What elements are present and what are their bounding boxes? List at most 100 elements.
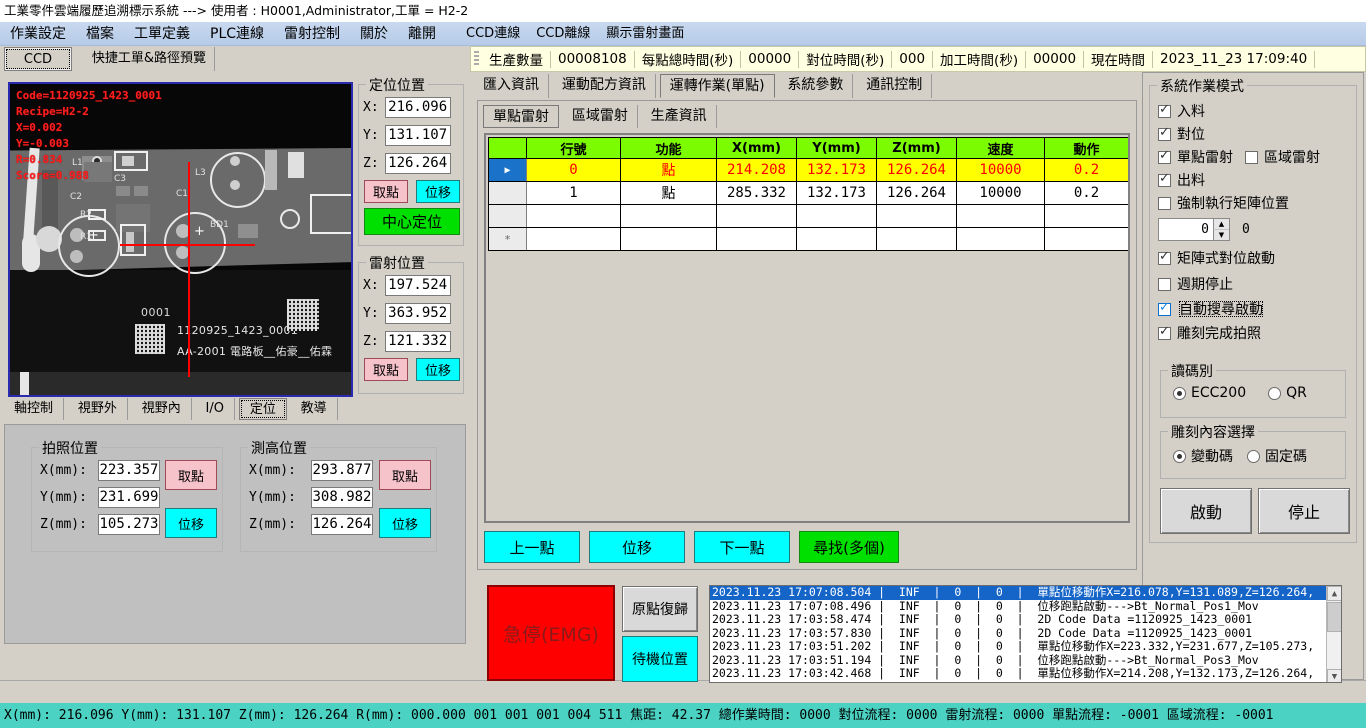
- radio-ecc200-icon[interactable]: [1173, 386, 1186, 400]
- checkbox-single-point-laser[interactable]: 單點雷射 區域雷射: [1158, 147, 1358, 167]
- tab-system-parameters[interactable]: 系統參數: [778, 74, 854, 98]
- laser-z-value[interactable]: 121.332: [384, 331, 451, 352]
- tab-ccd[interactable]: CCD: [4, 47, 72, 71]
- locate-pick-button[interactable]: 取點: [364, 180, 408, 203]
- photo-y-value[interactable]: 231.699: [98, 487, 160, 508]
- checkbox-icon[interactable]: [1158, 249, 1171, 265]
- cell-x[interactable]: [716, 227, 797, 251]
- menu-item-9[interactable]: 顯示雷射畫面: [598, 22, 692, 46]
- sub-tab-teach[interactable]: 教導: [291, 398, 338, 420]
- checkbox-feed-in[interactable]: 入料: [1158, 101, 1358, 121]
- menu-item-5[interactable]: 關於: [350, 22, 398, 46]
- table-row[interactable]: *: [488, 227, 1128, 251]
- stop-button[interactable]: 停止: [1258, 488, 1350, 534]
- cell-function[interactable]: 點: [620, 158, 717, 182]
- sub-tab-in-view[interactable]: 視野內: [132, 398, 192, 420]
- checkbox-icon[interactable]: [1158, 125, 1171, 141]
- locate-y-value[interactable]: 131.107: [384, 125, 451, 146]
- laser-move-button[interactable]: 位移: [416, 358, 460, 381]
- scroll-down-icon[interactable]: ▼: [1327, 669, 1341, 682]
- cell-action[interactable]: 0.2: [1044, 158, 1128, 182]
- standby-position-button[interactable]: 待機位置: [622, 636, 698, 682]
- move-button[interactable]: 位移: [589, 531, 685, 563]
- menu-item-3[interactable]: PLC連線: [200, 22, 274, 46]
- prev-point-button[interactable]: 上一點: [484, 531, 580, 563]
- log-line[interactable]: 2023.11.23 17:07:08.504 | INF | 0 | 0 | …: [710, 586, 1341, 600]
- menu-item-7[interactable]: CCD連線: [458, 22, 528, 46]
- cell-function[interactable]: [620, 227, 717, 251]
- subtab-single-point-laser[interactable]: 單點雷射: [483, 105, 559, 128]
- cell-speed[interactable]: [956, 204, 1045, 228]
- cell-row-number[interactable]: 1: [526, 181, 621, 205]
- tab-import-info[interactable]: 匯入資訊: [474, 74, 549, 98]
- log-scrollbar[interactable]: ▲ ▼: [1326, 586, 1341, 682]
- menu-item-0[interactable]: 作業設定: [0, 22, 76, 46]
- log-line[interactable]: 2023.11.23 17:03:57.830 | INF | 0 | 0 | …: [710, 626, 1341, 641]
- log-line[interactable]: 2023.11.23 17:03:58.474 | INF | 0 | 0 | …: [710, 612, 1341, 627]
- checkbox-icon[interactable]: [1158, 171, 1171, 187]
- checkbox-photo-after-marking[interactable]: 雕刻完成拍照: [1158, 323, 1358, 343]
- photo-x-value[interactable]: 223.357: [98, 460, 160, 481]
- cell-function[interactable]: [620, 204, 717, 228]
- photo-pick-button[interactable]: 取點: [165, 460, 217, 490]
- log-line[interactable]: 2023.11.23 17:03:51.194 | INF | 0 | 0 | …: [710, 653, 1341, 668]
- cell-x[interactable]: 214.208: [716, 158, 797, 182]
- cell-x[interactable]: [716, 204, 797, 228]
- emergency-stop-button[interactable]: 急停(EMG): [487, 585, 615, 681]
- point-table[interactable]: 行號 功能 X(mm) Y(mm) Z(mm) 速度 動作 ▶ 0 點 214.…: [488, 137, 1128, 251]
- sub-tab-out-of-view[interactable]: 視野外: [68, 398, 128, 420]
- sub-tab-io[interactable]: I/O: [196, 398, 235, 420]
- search-multiple-button[interactable]: 尋找(多個): [799, 531, 899, 563]
- cell-z[interactable]: [876, 204, 957, 228]
- center-locate-button[interactable]: 中心定位: [364, 208, 460, 235]
- spinner-down-icon[interactable]: ▼: [1213, 230, 1229, 240]
- menu-item-4[interactable]: 雷射控制: [274, 22, 350, 46]
- camera-view[interactable]: C2 + C1 + L3 L1 C3 R2 R1 BD1 0001 112092…: [8, 82, 353, 397]
- matrix-position-spinner[interactable]: 0 ▲ ▼: [1158, 218, 1230, 241]
- checkbox-force-matrix-position[interactable]: 強制執行矩陣位置: [1158, 193, 1358, 213]
- cell-y[interactable]: [796, 204, 877, 228]
- checkbox-cycle-stop[interactable]: 週期停止: [1158, 274, 1358, 294]
- height-move-button[interactable]: 位移: [379, 508, 431, 538]
- checkbox-auto-search-start[interactable]: 自動搜尋啟動: [1158, 299, 1358, 319]
- home-return-button[interactable]: 原點復歸: [622, 586, 698, 632]
- cell-y[interactable]: 132.173: [796, 158, 877, 182]
- cell-y[interactable]: 132.173: [796, 181, 877, 205]
- cell-speed[interactable]: [956, 227, 1045, 251]
- locate-z-value[interactable]: 126.264: [384, 153, 451, 174]
- checkbox-icon[interactable]: [1158, 277, 1171, 291]
- locate-x-value[interactable]: 216.096: [384, 97, 451, 118]
- checkbox-icon[interactable]: [1158, 102, 1171, 118]
- log-line[interactable]: 2023.11.23 17:03:51.202 | INF | 0 | 0 | …: [710, 639, 1341, 654]
- cell-function[interactable]: 點: [620, 181, 717, 205]
- checkbox-feed-out[interactable]: 出料: [1158, 170, 1358, 190]
- cell-speed[interactable]: 10000: [956, 181, 1045, 205]
- scrollbar-thumb[interactable]: [1327, 602, 1341, 632]
- tab-run-operation-single-point[interactable]: 運轉作業(單點): [659, 74, 775, 98]
- matrix-spin-value[interactable]: 0: [1159, 222, 1213, 237]
- checkbox-icon-area-laser[interactable]: [1245, 150, 1258, 164]
- checkbox-icon[interactable]: [1158, 300, 1171, 316]
- table-row[interactable]: ▶ 0 點 214.208 132.173 126.264 10000 0.2: [488, 158, 1128, 182]
- radio-qr-icon[interactable]: [1268, 386, 1282, 400]
- log-line[interactable]: 2023.11.23 17:03:42.468 | INF | 0 | 0 | …: [710, 666, 1341, 681]
- log-line[interactable]: 2023.11.23 17:07:08.496 | INF | 0 | 0 | …: [710, 599, 1341, 614]
- cell-row-number[interactable]: 0: [526, 158, 621, 182]
- point-table-container[interactable]: 行號 功能 X(mm) Y(mm) Z(mm) 速度 動作 ▶ 0 點 214.…: [484, 133, 1130, 523]
- table-row[interactable]: 1 點 285.332 132.173 126.264 10000 0.2: [488, 181, 1128, 205]
- radio-variable-code-icon[interactable]: [1173, 449, 1186, 463]
- laser-x-value[interactable]: 197.524: [384, 275, 451, 296]
- spinner-up-icon[interactable]: ▲: [1213, 219, 1229, 230]
- checkbox-icon[interactable]: [1158, 196, 1171, 210]
- locate-move-button[interactable]: 位移: [416, 180, 460, 203]
- tab-comm-control[interactable]: 通訊控制: [857, 74, 933, 98]
- cell-y[interactable]: [796, 227, 877, 251]
- menu-item-6[interactable]: 離開: [398, 22, 446, 46]
- subtab-production-info[interactable]: 生產資訊: [642, 105, 717, 128]
- tab-motion-recipe-info[interactable]: 運動配方資訊: [553, 74, 656, 98]
- height-y-value[interactable]: 308.982: [311, 487, 373, 508]
- menu-item-8[interactable]: CCD離線: [528, 22, 598, 46]
- log-list[interactable]: 2023.11.23 17:07:08.504 | INF | 0 | 0 | …: [709, 585, 1342, 683]
- radio-fixed-code-icon[interactable]: [1247, 449, 1260, 463]
- photo-z-value[interactable]: 105.273: [98, 514, 160, 535]
